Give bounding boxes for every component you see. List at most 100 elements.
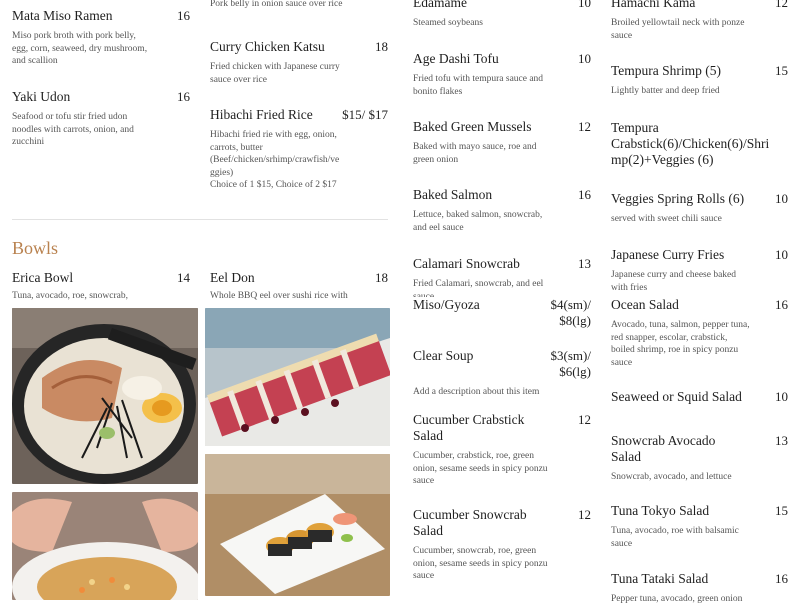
- item-price: 10: [578, 51, 591, 66]
- item-description: Lettuce, baked salmon, snowcrab, and eel…: [413, 210, 543, 233]
- menu-item-hibachi-fried-rice[interactable]: Hibachi Fried Rice $15/ $17 Hibachi fried…: [210, 107, 388, 192]
- item-description: Whole BBQ eel over sushi rice with: [210, 291, 348, 301]
- item-description: Miso pork broth with pork belly, egg, co…: [12, 31, 148, 66]
- menu-item-hamachi-kama[interactable]: Hamachi Kama 12 Broiled yellowtail neck w…: [611, 0, 788, 42]
- item-name: Snowcrab Avocado Salad: [611, 433, 716, 464]
- item-name: Japanese Curry Fries: [611, 247, 725, 262]
- item-description: Baked with mayo sauce, roe and green oni…: [413, 142, 537, 165]
- item-price: 14: [177, 270, 190, 285]
- item-price: 10: [775, 389, 788, 404]
- menu-item-baked-green-mussels[interactable]: Baked Green Mussels 12 Baked with mayo sa…: [413, 119, 591, 166]
- item-price: 10: [578, 0, 591, 10]
- menu-item-eel-don[interactable]: Eel Don 18 Whole BBQ eel over sushi rice …: [210, 270, 388, 303]
- menu-item-seaweed-or-squid-salad[interactable]: Seaweed or Squid Salad 10: [611, 389, 788, 405]
- fried-rice-photo: [12, 492, 198, 600]
- item-description: Hibachi fried rie with egg, onion, carro…: [210, 130, 340, 190]
- menu-item-mata-miso-ramen[interactable]: Mata Miso Ramen 16 Miso pork broth with p…: [12, 8, 190, 68]
- menu-item-tuna-tataki-salad[interactable]: Tuna Tataki Salad 16 Pepper tuna, avocado…: [611, 571, 788, 606]
- item-name: Miso/Gyoza: [413, 297, 480, 312]
- item-name: Tuna Tokyo Salad: [611, 503, 710, 518]
- item-name: Edamame: [413, 0, 467, 10]
- item-name: Hamachi Kama: [611, 0, 696, 10]
- menu-item-veggies-spring-rolls[interactable]: Veggies Spring Rolls (6) 10 served with s…: [611, 191, 788, 226]
- menu-item-calamari-snowcrab[interactable]: Calamari Snowcrab 13 Fried Calamari, snow…: [413, 256, 591, 303]
- item-price: 12: [578, 507, 591, 522]
- item-description: Fried tofu with tempura sauce and bonito…: [413, 74, 544, 97]
- item-name: Calamari Snowcrab: [413, 256, 520, 271]
- item-price: 10: [775, 191, 788, 206]
- item-description: Steamed soybeans: [413, 18, 483, 28]
- item-description: Pepper tuna, avocado, green onion: [611, 594, 743, 604]
- item-price: $4(sm)/ $8(lg): [550, 297, 591, 328]
- menu-item-ocean-salad[interactable]: Ocean Salad 16 Avocado, tuna, salmon, pep…: [611, 297, 788, 369]
- ramen-photo: [12, 308, 198, 484]
- item-name: Veggies Spring Rolls (6): [611, 191, 745, 206]
- item-name: Baked Green Mussels: [413, 119, 532, 134]
- item-name: Cucumber Snowcrab Salad: [413, 507, 527, 538]
- menu-item-tempura-combo[interactable]: Tempura Crabstick(6)/Chicken(6)/Shri mp(…: [611, 120, 788, 168]
- item-price: $3(sm)/ $6(lg): [550, 348, 591, 379]
- menu-item-baked-salmon[interactable]: Baked Salmon 16 Lettuce, baked salmon, sn…: [413, 187, 591, 234]
- item-description: Avocado, tuna, salmon, pepper tuna, red …: [611, 320, 750, 368]
- item-price: 16: [775, 571, 788, 586]
- item-price: 16: [177, 8, 190, 23]
- item-name: Tempura Crabstick(6)/Chicken(6)/Shri mp(…: [611, 120, 770, 167]
- item-price: 16: [775, 297, 788, 312]
- item-name: Curry Chicken Katsu: [210, 39, 325, 54]
- item-description: Add a description about this item: [413, 387, 540, 397]
- item-name: Hibachi Fried Rice: [210, 107, 313, 122]
- item-description: Japanese curry and cheese baked with fri…: [611, 270, 737, 293]
- menu-item-yaki-udon[interactable]: Yaki Udon 16 Seafood or tofu stir fried u…: [12, 89, 190, 149]
- item-name: Seaweed or Squid Salad: [611, 389, 742, 404]
- item-name: Age Dashi Tofu: [413, 51, 499, 66]
- menu-item-clear-soup[interactable]: Clear Soup $3(sm)/ $6(lg) Add a descripti…: [413, 348, 591, 399]
- menu-item-erica-bowl[interactable]: Erica Bowl 14 Tuna, avocado, roe, snowcra…: [12, 270, 190, 303]
- menu-item-age-dashi-tofu[interactable]: Age Dashi Tofu 10 Fried tofu with tempura…: [413, 51, 591, 98]
- sushi-roll-photo: [205, 308, 390, 446]
- item-description: Cucumber, snowcrab, roe, green onion, se…: [413, 546, 548, 581]
- menu-item-miso-gyoza[interactable]: Miso/Gyoza $4(sm)/ $8(lg): [413, 297, 591, 329]
- item-description: Tuna, avocado, roe, snowcrab,: [12, 291, 128, 301]
- menu-item-japanese-curry-fries[interactable]: Japanese Curry Fries 10 Japanese curry an…: [611, 247, 788, 294]
- item-description: Fried chicken with Japanese curry sauce …: [210, 62, 340, 85]
- item-description: Seafood or tofu stir fried udon noodles …: [12, 112, 134, 147]
- item-description: Broiled yellowtail neck with ponze sauce: [611, 18, 745, 41]
- item-name: Cucumber Crabstick Salad: [413, 412, 525, 443]
- item-name: Eel Don: [210, 270, 255, 285]
- menu-item-tempura-shrimp[interactable]: Tempura Shrimp (5) 15 Lightly batter and …: [611, 63, 788, 98]
- item-price: 10: [775, 247, 788, 262]
- item-price: 13: [578, 256, 591, 271]
- item-price: 18: [375, 39, 388, 54]
- item-price: 12: [578, 119, 591, 134]
- item-name: Tempura Shrimp (5): [611, 63, 722, 78]
- menu-item-tuna-tokyo-salad[interactable]: Tuna Tokyo Salad 15 Tuna, avocado, roe wi…: [611, 503, 788, 550]
- item-price: 16: [177, 89, 190, 104]
- item-price: $15/ $17: [342, 107, 388, 122]
- item-description-partial: Pork belly in onion sauce over rice: [210, 0, 343, 9]
- menu-item-curry-chicken-katsu[interactable]: Curry Chicken Katsu 18 Fried chicken with…: [210, 39, 388, 86]
- item-name: Ocean Salad: [611, 297, 679, 312]
- item-price: 12: [578, 412, 591, 427]
- item-description: served with sweet chili sauce: [611, 214, 722, 224]
- item-price: 13: [775, 433, 788, 448]
- item-description: Cucumber, crabstick, roe, green onion, s…: [413, 451, 548, 486]
- menu-item-edamame[interactable]: Edamame 10 Steamed soybeans: [413, 0, 591, 30]
- item-name: Clear Soup: [413, 348, 474, 363]
- item-name: Tuna Tataki Salad: [611, 571, 709, 586]
- menu-item-snowcrab-avocado-salad[interactable]: Snowcrab Avocado Salad 13 Snowcrab, avoca…: [611, 433, 788, 484]
- item-description: Tuna, avocado, roe with balsamic sauce: [611, 526, 739, 549]
- item-price: 16: [578, 187, 591, 202]
- item-price: 15: [775, 63, 788, 78]
- section-heading-bowls: Bowls: [12, 238, 59, 258]
- menu-item-cucumber-snowcrab-salad[interactable]: Cucumber Snowcrab Salad 12 Cucumber, snow…: [413, 507, 591, 583]
- item-price: 18: [375, 270, 388, 285]
- item-description: Lightly batter and deep fried: [611, 86, 720, 96]
- item-name: Yaki Udon: [12, 89, 71, 104]
- menu-item-cucumber-crabstick-salad[interactable]: Cucumber Crabstick Salad 12 Cucumber, cra…: [413, 412, 591, 488]
- item-name: Erica Bowl: [12, 270, 74, 285]
- nigiri-photo: [205, 454, 390, 596]
- section-divider: [12, 219, 388, 220]
- item-price: 12: [775, 0, 788, 10]
- item-name: Baked Salmon: [413, 187, 493, 202]
- item-description: Snowcrab, avocado, and lettuce: [611, 472, 732, 482]
